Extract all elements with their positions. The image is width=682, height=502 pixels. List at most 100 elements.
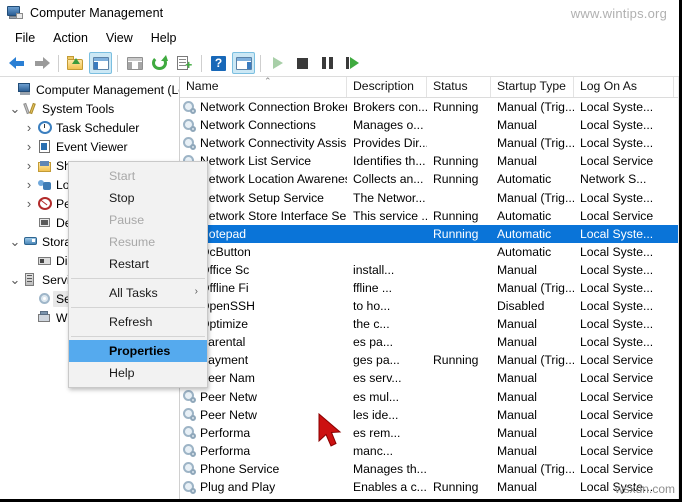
context-menu-item-restart[interactable]: Restart bbox=[69, 253, 207, 275]
column-header-description[interactable]: Description bbox=[347, 77, 427, 97]
cell-startup: Manual bbox=[497, 371, 537, 386]
service-context-menu[interactable]: Start Stop Pause Resume Restart All Tasks › Ref… bbox=[68, 161, 208, 388]
services-list[interactable]: Network Connection Broker Brokers con... R… bbox=[180, 98, 679, 496]
cell-startup: Manual bbox=[497, 389, 537, 404]
column-header-label: Status bbox=[433, 79, 468, 93]
chevron-right-icon[interactable]: › bbox=[22, 177, 36, 192]
chevron-right-icon[interactable]: › bbox=[22, 196, 36, 211]
context-menu-separator bbox=[71, 336, 205, 337]
menu-file[interactable]: File bbox=[6, 29, 44, 47]
cell-startup: Manual (Trig... bbox=[497, 353, 574, 368]
table-row[interactable]: Payment ges pa... Running Manual (Trig... Lo… bbox=[180, 351, 679, 369]
tree-item-system-tools[interactable]: ⌄ System Tools bbox=[0, 99, 179, 118]
export-list-button[interactable]: + bbox=[173, 52, 196, 74]
cell-logon: Local Syste... bbox=[580, 280, 654, 295]
pause-service-button[interactable] bbox=[316, 52, 339, 74]
context-menu-item-properties[interactable]: Properties bbox=[69, 340, 207, 362]
service-name-label: Network Setup Service bbox=[200, 190, 324, 205]
context-menu-item-help[interactable]: Help bbox=[69, 362, 207, 384]
vertical-scrollbar[interactable] bbox=[678, 77, 679, 499]
table-row[interactable]: Peer Netw es mul... Manual Local Service bbox=[180, 388, 679, 406]
cell-status: Running bbox=[433, 208, 479, 223]
refresh-button[interactable] bbox=[148, 52, 171, 74]
table-row[interactable]: Parental es pa... Manual Local Syste... bbox=[180, 333, 679, 351]
chevron-right-icon[interactable]: › bbox=[22, 158, 36, 173]
restart-service-button[interactable] bbox=[341, 52, 364, 74]
table-row[interactable]: Peer Nam es serv... Manual Local Service bbox=[180, 369, 679, 387]
export-list-icon: + bbox=[177, 56, 192, 71]
cell-logon: Local Service bbox=[580, 208, 654, 223]
menu-help[interactable]: Help bbox=[142, 29, 186, 47]
table-row[interactable]: Network Connections Manages o... Manual Loc… bbox=[180, 116, 679, 134]
context-menu-item-all-tasks[interactable]: All Tasks › bbox=[69, 282, 207, 304]
table-row[interactable]: Network Connection Broker Brokers con... R… bbox=[180, 98, 679, 116]
help-button[interactable]: ? bbox=[207, 52, 230, 74]
stop-service-icon bbox=[297, 57, 308, 69]
table-row[interactable]: Notepad Running Automatic Local Syste... bbox=[180, 224, 679, 243]
table-row[interactable]: Performa es rem... Manual Local Service bbox=[180, 424, 679, 442]
show-hide-console-tree-button[interactable] bbox=[89, 52, 112, 74]
up-one-level-button[interactable] bbox=[64, 52, 87, 74]
watermark-bottom: wsxdn.com bbox=[614, 482, 675, 496]
menu-view[interactable]: View bbox=[97, 29, 142, 47]
cell-logon: Local Service bbox=[580, 407, 654, 422]
table-row[interactable]: Peer Netw les ide... Manual Local Service bbox=[180, 406, 679, 424]
cell-startup: Manual (Trig... bbox=[497, 100, 574, 115]
cell-logon: Local Syste... bbox=[580, 226, 654, 241]
toolbar-separator bbox=[201, 54, 202, 72]
show-hide-action-pane-button[interactable] bbox=[232, 52, 255, 74]
context-menu-item-refresh[interactable]: Refresh bbox=[69, 311, 207, 333]
table-row[interactable]: Performa manc... Manual Local Service bbox=[180, 442, 679, 460]
chevron-down-icon[interactable]: ⌄ bbox=[8, 102, 22, 115]
context-menu-item-stop[interactable]: Stop bbox=[69, 187, 207, 209]
cell-status: Running bbox=[433, 100, 479, 115]
cell-description: les ide... bbox=[353, 407, 399, 422]
chevron-down-icon[interactable]: ⌄ bbox=[8, 273, 22, 286]
table-row[interactable]: Office Sc install... Manual Local Syste... bbox=[180, 261, 679, 279]
context-menu-item-label: Pause bbox=[109, 213, 145, 227]
chevron-right-icon[interactable]: › bbox=[22, 120, 36, 135]
cell-name: Network Connectivity Assis... bbox=[180, 136, 347, 150]
tree-item-event-viewer[interactable]: › Event Viewer bbox=[0, 137, 179, 156]
table-row[interactable]: Phone Service Manages th... Manual (Trig..… bbox=[180, 460, 679, 478]
table-row[interactable]: Offline Fi ffline ... Manual (Trig... Local… bbox=[180, 279, 679, 297]
cell-logon: Local Syste... bbox=[580, 335, 654, 350]
properties-button[interactable] bbox=[123, 52, 146, 74]
cell-startup: Automatic bbox=[497, 226, 552, 241]
chevron-right-icon[interactable]: › bbox=[22, 139, 36, 154]
tree-item-task-scheduler[interactable]: › Task Scheduler bbox=[0, 118, 179, 137]
chevron-down-icon[interactable]: ⌄ bbox=[8, 235, 22, 248]
log-icon bbox=[36, 140, 53, 153]
cell-logon: Local Syste... bbox=[580, 118, 654, 133]
properties-icon bbox=[126, 56, 143, 70]
back-arrow-icon bbox=[8, 56, 25, 70]
cell-logon: Local Service bbox=[580, 353, 654, 368]
column-header-status[interactable]: Status bbox=[427, 77, 491, 97]
table-row[interactable]: Plug and Play Enables a c... Running Manual… bbox=[180, 478, 679, 496]
table-row[interactable]: OpenSSH to ho... Disabled Local Syste... bbox=[180, 297, 679, 315]
cell-startup: Automatic bbox=[497, 244, 552, 259]
stop-service-button[interactable] bbox=[291, 52, 314, 74]
table-row[interactable]: Optimize the c... Manual Local Syste... bbox=[180, 315, 679, 333]
table-row[interactable]: Network Store Interface Ser... This servi… bbox=[180, 207, 679, 225]
column-header-startup[interactable]: Startup Type bbox=[491, 77, 574, 97]
table-row[interactable]: Network Location Awareness Collects an...… bbox=[180, 170, 679, 188]
cell-logon: Local Syste... bbox=[580, 100, 654, 115]
cell-startup: Manual (Trig... bbox=[497, 461, 574, 476]
menu-action[interactable]: Action bbox=[44, 29, 97, 47]
cell-description: ges pa... bbox=[353, 353, 400, 368]
table-row[interactable]: Network Connectivity Assis... Provides Di… bbox=[180, 134, 679, 152]
column-header-name[interactable]: Name ⌃ bbox=[180, 77, 347, 97]
tree-item-computer-management-local[interactable]: Computer Management (Local bbox=[0, 80, 179, 99]
service-name-label: Performa bbox=[200, 443, 251, 458]
table-row[interactable]: Network Setup Service The Networ... Manual… bbox=[180, 188, 679, 206]
table-row[interactable]: OcButton Automatic Local Syste... bbox=[180, 243, 679, 261]
cell-name: Peer Netw bbox=[180, 408, 347, 422]
forward-button[interactable] bbox=[30, 52, 53, 74]
column-header-logon[interactable]: Log On As bbox=[574, 77, 674, 97]
back-button[interactable] bbox=[5, 52, 28, 74]
start-service-button[interactable] bbox=[266, 52, 289, 74]
cell-description: es rem... bbox=[353, 425, 401, 440]
table-row[interactable]: Network List Service Identifies th... Runn… bbox=[180, 152, 679, 170]
context-menu-item-label: Resume bbox=[109, 235, 156, 249]
